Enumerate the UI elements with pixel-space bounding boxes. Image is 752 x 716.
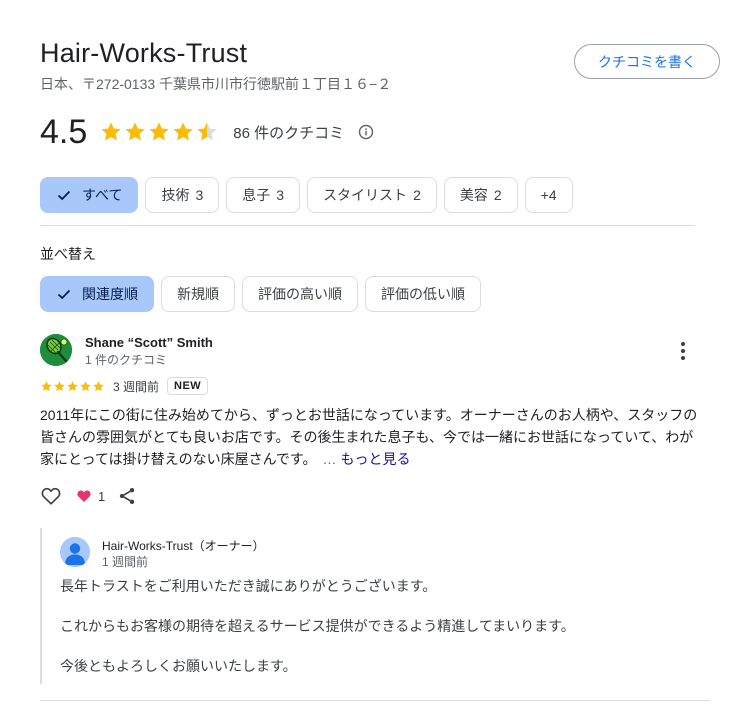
filter-chip-label: すべて <box>82 187 123 203</box>
filter-chip[interactable]: すべて <box>40 177 139 213</box>
filter-chip-label: 息子 <box>242 187 271 203</box>
heart-outline-icon[interactable] <box>40 485 62 507</box>
reviewer-avatar[interactable] <box>40 334 72 366</box>
star-icon <box>149 122 169 141</box>
review-actions: 1 <box>40 484 137 508</box>
rating-summary: 4.5 86 件のクチコミ <box>40 112 374 152</box>
review-rating-row: 3 週間前 NEW <box>40 376 209 396</box>
filter-chip-label: 美容 <box>459 187 488 203</box>
write-review-button[interactable]: クチコミを書く <box>574 44 720 79</box>
reaction-count: 1 <box>98 488 106 504</box>
info-icon[interactable] <box>358 124 374 140</box>
review-ellipsis: … <box>322 451 337 467</box>
sort-option[interactable]: 評価の低い順 <box>365 276 481 312</box>
owner-reply-line: 今後ともよろしくお願いいたします。 <box>60 658 297 674</box>
filter-chip[interactable]: スタイリスト 2 <box>307 177 437 213</box>
review-stars <box>40 380 105 393</box>
business-name: Hair-Works-Trust <box>40 38 248 68</box>
reaction-button[interactable]: 1 <box>76 488 105 504</box>
sort-option-label: 関連度順 <box>82 286 138 302</box>
sort-option-label: 新規順 <box>177 286 219 302</box>
owner-avatar <box>60 537 90 567</box>
star-icon <box>93 380 104 391</box>
new-badge: NEW <box>167 377 209 395</box>
reviewer-name[interactable]: Shane “Scott” Smith <box>85 335 213 350</box>
divider <box>40 700 710 701</box>
star-icon <box>197 122 217 141</box>
sort-option[interactable]: 評価の高い順 <box>242 276 358 312</box>
rating-stars <box>99 120 219 144</box>
sort-option[interactable]: 新規順 <box>161 276 235 312</box>
owner-reply-line: これからもお客様の期待を超えるサービス提供ができるよう精進してまいります。 <box>60 618 575 634</box>
share-icon[interactable] <box>117 486 137 506</box>
owner-reply-text: 長年トラストをご利用いただき誠にありがとうございます。 これからもお客様の期待を… <box>60 576 575 676</box>
review-count: 86 件のクチコミ <box>233 124 345 142</box>
filter-chip-label: +4 <box>540 187 557 203</box>
check-icon <box>57 190 71 201</box>
business-address: 日本、〒272-0133 千葉県市川市行徳駅前１丁目１６−２ <box>40 76 392 92</box>
filter-chip[interactable]: +4 <box>524 177 573 213</box>
divider <box>40 225 695 226</box>
reviewer-review-count: 1 件のクチコミ <box>85 353 168 367</box>
heart-filled-icon <box>77 490 91 502</box>
topic-filter-chips: すべて 技術 3 息子 3 スタイリスト 2 美容 2 +4 <box>40 177 573 213</box>
owner-reply-line: 長年トラストをご利用いただき誠にありがとうございます。 <box>60 578 437 594</box>
filter-chip-label: スタイリスト <box>323 187 408 203</box>
sort-option-label: 評価の低い順 <box>381 286 465 302</box>
filter-chip-count: 3 <box>195 187 204 203</box>
star-icon <box>101 122 121 141</box>
star-icon <box>125 122 145 141</box>
person-icon <box>60 537 90 567</box>
filter-chip-count: 2 <box>493 187 502 203</box>
sort-chips: 関連度順 新規順 評価の高い順 評価の低い順 <box>40 276 481 312</box>
tennis-racket-icon <box>40 334 72 366</box>
owner-name: Hair-Works-Trust（オーナー） <box>102 539 265 553</box>
more-vert-icon[interactable] <box>674 340 692 362</box>
filter-chip[interactable]: 美容 2 <box>443 177 518 213</box>
filter-chip-count: 3 <box>276 187 285 203</box>
review-time: 3 週間前 <box>113 379 160 394</box>
star-icon <box>80 380 91 391</box>
check-icon <box>57 289 71 300</box>
filter-chip-label: 技術 <box>161 187 190 203</box>
star-icon <box>41 380 52 391</box>
star-icon <box>173 122 193 141</box>
filter-chip-count: 2 <box>413 187 421 203</box>
star-icon <box>67 380 78 391</box>
star-icon <box>54 380 65 391</box>
filter-chip[interactable]: 息子 3 <box>226 177 301 213</box>
owner-reply-time: 1 週間前 <box>102 555 149 569</box>
sort-label: 並べ替え <box>40 246 96 262</box>
filter-chip[interactable]: 技術 3 <box>145 177 220 213</box>
sort-option-label: 評価の高い順 <box>258 286 342 302</box>
owner-reply: Hair-Works-Trust（オーナー） 1 週間前 長年トラストをご利用い… <box>40 528 710 684</box>
review-text: 2011年にこの街に住み始めてから、ずっとお世話になっています。オーナーさんのお… <box>40 404 700 470</box>
sort-option[interactable]: 関連度順 <box>40 276 154 312</box>
read-more-link[interactable]: もっと見る <box>341 451 411 467</box>
rating-value: 4.5 <box>40 112 88 151</box>
